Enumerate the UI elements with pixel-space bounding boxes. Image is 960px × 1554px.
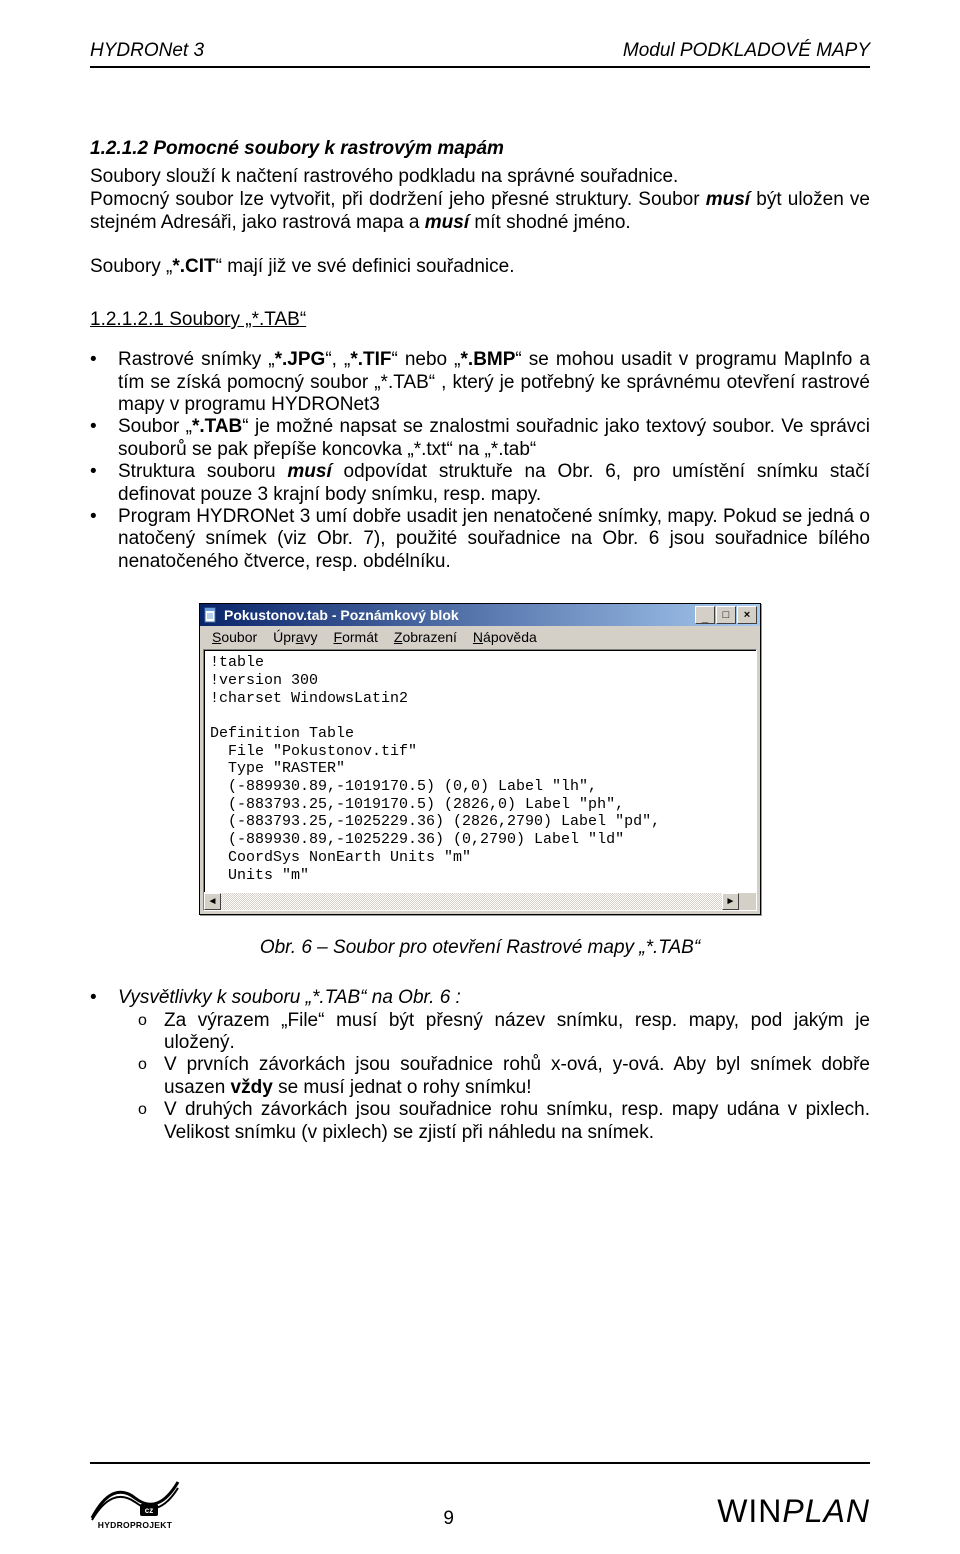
bullet-list-1: Rastrové snímky „*.JPG“, „*.TIF“ nebo „*… [90,349,870,573]
bullet-text-bold: musí [287,461,331,482]
notepad-window: Pokustonov.tab - Poznámkový blok _ □ × S… [199,603,761,915]
bullet-item: Vysvětlivky k souboru „*.TAB“ na Obr. 6 … [118,987,870,1144]
winplan-brand: WINPLAN [717,1493,870,1530]
notepad-menubar: Soubor Úpravy Formát Zobrazení Nápověda [200,626,760,648]
subsection-heading: 1.2.1.2.1 Soubory „*.TAB“ [90,309,870,331]
section-para2-cit: *.CIT [172,256,215,277]
scroll-right-button[interactable]: ► [722,893,739,910]
sub-bullet-list: Za výrazem „File“ musí být přesný název … [118,1010,870,1144]
section-paragraph-1: Soubory slouží k načtení rastrového podk… [90,166,870,234]
sub-text-bold: vždy [231,1077,273,1098]
bullet-text: Soubor „*.TAB“ je možné napsat se znalos… [118,416,870,459]
notepad-content[interactable]: !table !version 300 !charset WindowsLati… [204,650,756,892]
section-heading: 1.2.1.2 Pomocné soubory k rastrovým mapá… [90,138,870,160]
section-para2-pre: Soubory „ [90,256,172,277]
section-paragraph-2: Soubory „*.CIT“ mají již ve své definici… [90,256,870,279]
brand-win: WIN [717,1493,782,1529]
bullet-text: Rastrové snímky „*.JPG“, „*.TIF“ nebo „*… [118,349,870,415]
scroll-left-button[interactable]: ◄ [204,893,221,910]
sub-bullet-item: V druhých závorkách jsou souřadnice rohu… [164,1099,870,1144]
section-para1-pre: Pomocný soubor lze vytvořit, při dodržen… [90,189,706,210]
menu-napoveda[interactable]: Nápověda [465,627,545,647]
figure-caption: Obr. 6 – Soubor pro otevření Rastrové ma… [90,937,870,959]
menu-upravy[interactable]: Úpravy [265,627,325,647]
bullet-list-2: Vysvětlivky k souboru „*.TAB“ na Obr. 6 … [90,987,870,1144]
sub-bullet-item: Za výrazem „File“ musí být přesný název … [164,1010,870,1055]
page-number: 9 [180,1508,717,1530]
section-para1-post: mít shodné jméno. [469,212,631,233]
brand-plan: PLAN [782,1493,870,1529]
header-left: HYDRONet 3 [90,40,204,62]
minimize-button[interactable]: _ [695,606,715,624]
notepad-titlebar[interactable]: Pokustonov.tab - Poznámkový blok _ □ × [200,604,760,626]
bullet-text-pre: Struktura souboru [118,461,287,482]
menu-zobrazeni[interactable]: Zobrazení [386,627,465,647]
section-para2-post: “ mají již ve své definici souřadnice. [216,256,515,277]
hydroprojekt-logo: cz HYDROPROJEKT [90,1472,180,1530]
svg-text:HYDROPROJEKT: HYDROPROJEKT [98,1520,173,1530]
header-right: Modul PODKLADOVÉ MAPY [623,40,870,62]
menu-format[interactable]: Formát [326,627,386,647]
bullet-item: Soubor „*.TAB“ je možné napsat se znalos… [118,416,870,461]
page-header: HYDRONet 3 Modul PODKLADOVÉ MAPY [90,40,870,68]
notepad-app-icon [203,607,219,623]
bullet-item: Program HYDRONet 3 umí dobře usadit jen … [118,506,870,573]
notepad-title-text: Pokustonov.tab - Poznámkový blok [224,607,459,623]
menu-soubor[interactable]: Soubor [204,627,265,647]
section-para1-line1: Soubory slouží k načtení rastrového podk… [90,166,678,187]
close-button[interactable]: × [737,606,757,624]
footer-rule [90,1462,870,1464]
section-para1-musi2: musí [425,212,469,233]
bullet-heading-italic: Vysvětlivky k souboru „*.TAB“ na Obr. 6 … [118,987,461,1008]
scroll-track[interactable] [221,893,722,910]
sub-bullet-item: V prvních závorkách jsou souřadnice rohů… [164,1054,870,1099]
section-para1-musi: musí [706,189,750,210]
bullet-item: Rastrové snímky „*.JPG“, „*.TIF“ nebo „*… [118,349,870,416]
page-footer: cz HYDROPROJEKT 9 WINPLAN [90,1462,870,1530]
maximize-button[interactable]: □ [716,606,736,624]
notepad-text-area[interactable]: !table !version 300 !charset WindowsLati… [203,649,757,911]
sub-text-post: se musí jednat o rohy snímku! [273,1077,532,1098]
horizontal-scrollbar[interactable]: ◄ ► [204,892,756,910]
svg-text:cz: cz [145,1506,153,1515]
scroll-corner [739,893,756,910]
bullet-item: Struktura souboru musí odpovídat struktu… [118,461,870,506]
